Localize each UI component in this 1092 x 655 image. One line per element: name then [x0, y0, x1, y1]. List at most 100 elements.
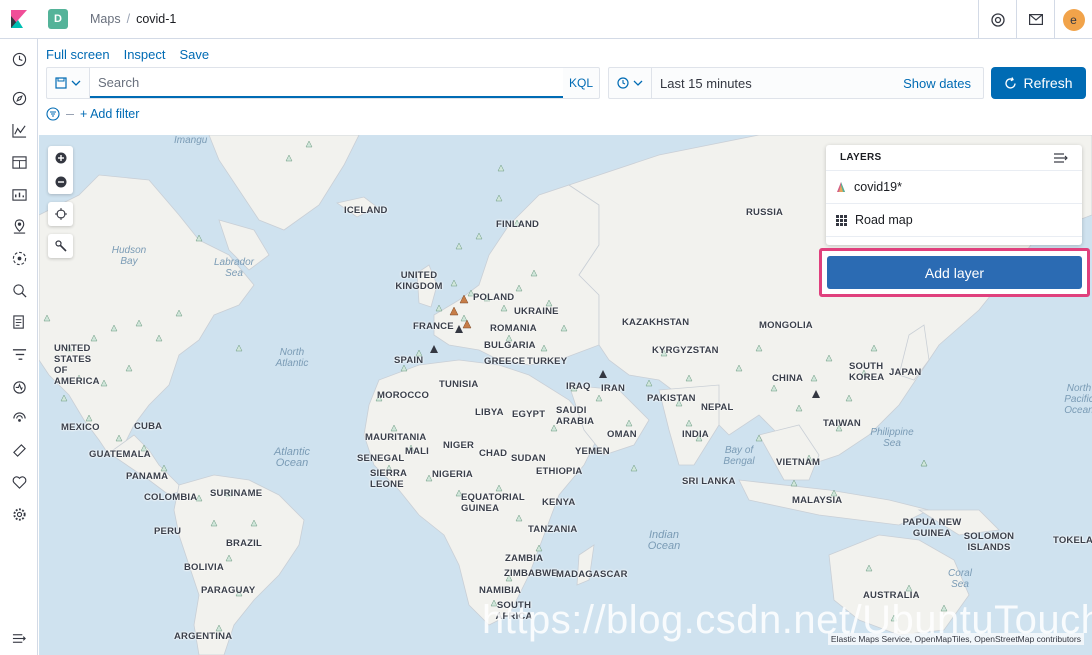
country-label: KENYA: [542, 497, 576, 508]
nav-discover[interactable]: [0, 83, 38, 113]
country-label: SOLOMON ISLANDS: [963, 531, 1015, 553]
country-label: MEXICO: [61, 422, 100, 433]
fit-to-data-button[interactable]: [48, 202, 73, 226]
country-label: PAKISTAN: [647, 393, 696, 404]
nav-ml[interactable]: [0, 243, 38, 273]
search-input[interactable]: [90, 68, 563, 98]
country-label: SURINAME: [210, 488, 263, 499]
refresh-button[interactable]: Refresh: [991, 67, 1086, 99]
nav-recent[interactable]: [0, 44, 38, 74]
country-label: PERU: [154, 526, 182, 537]
layer-name: Road map: [855, 213, 913, 227]
header-actions: e: [978, 0, 1092, 39]
country-label: JAPAN: [889, 367, 922, 378]
country-label: COLOMBIA: [144, 492, 198, 503]
ocean-label: North Atlantic: [275, 347, 309, 369]
heartbeat-icon: [12, 475, 26, 489]
country-label: TAIWAN: [823, 418, 861, 429]
country-label: UKRAINE: [514, 306, 559, 317]
country-label: SOUTH KOREA: [849, 361, 885, 383]
country-label: SIERRA LEONE: [370, 468, 407, 490]
ocean-label: North Pacific Ocean: [1064, 383, 1092, 416]
country-label: SPAIN: [394, 355, 424, 366]
nav-management[interactable]: [0, 499, 38, 529]
tools-control: [48, 234, 73, 258]
country-label: ZIMBABWE: [504, 568, 558, 579]
breadcrumb-separator: /: [126, 12, 131, 26]
space-avatar[interactable]: D: [48, 9, 68, 29]
wrench-icon: [54, 240, 67, 252]
country-label: PANAMA: [126, 471, 169, 482]
layer-item-road-map[interactable]: Road map: [826, 204, 1082, 237]
help-button[interactable]: [978, 0, 1016, 39]
add-filter-button[interactable]: + Add filter: [80, 107, 139, 121]
nav-canvas[interactable]: [0, 179, 38, 209]
nav-maps[interactable]: [0, 211, 38, 241]
logs-icon: [12, 314, 24, 329]
chevron-down-icon: [633, 80, 643, 86]
dashboard-icon: [11, 155, 27, 169]
ocean-label: Philippine Sea: [870, 427, 914, 449]
chart-icon: [11, 123, 26, 138]
nav-siem[interactable]: [0, 403, 38, 433]
country-label: MONGOLIA: [759, 320, 813, 331]
country-label: KAZAKHSTAN: [622, 317, 690, 328]
country-label: ROMANIA: [490, 323, 537, 334]
kibana-logo[interactable]: [0, 0, 38, 39]
query-language-button[interactable]: KQL: [563, 68, 599, 98]
nav-graph[interactable]: [0, 275, 38, 305]
time-range-text[interactable]: Last 15 minutes: [652, 76, 903, 91]
filter-icon[interactable]: [46, 107, 60, 121]
nav-monitoring[interactable]: [0, 467, 38, 497]
ocean-label: Hudson Bay: [111, 245, 147, 267]
gear-icon: [12, 507, 26, 521]
nav-apm[interactable]: [0, 339, 38, 369]
nav-logs[interactable]: [0, 307, 38, 337]
add-layer-button[interactable]: Add layer: [827, 256, 1082, 289]
zoom-in-button[interactable]: [48, 146, 73, 170]
plus-icon: [55, 152, 66, 164]
zoom-out-button[interactable]: [48, 170, 73, 194]
newsfeed-button[interactable]: [1016, 0, 1054, 39]
country-label: KYRGYZSTAN: [652, 345, 719, 356]
show-dates-button[interactable]: Show dates: [903, 76, 983, 91]
wrench-icon: [12, 443, 26, 457]
nav-dev-tools[interactable]: [0, 435, 38, 465]
calendar-clock-icon: [617, 77, 629, 89]
nav-collapse[interactable]: [0, 623, 38, 653]
nav-uptime[interactable]: [0, 371, 38, 401]
breadcrumb-maps[interactable]: Maps: [90, 12, 121, 26]
country-label: ICELAND: [344, 205, 388, 216]
quick-select-button[interactable]: [609, 68, 652, 98]
saved-query-button[interactable]: [47, 68, 90, 98]
country-label: NEPAL: [701, 402, 734, 413]
save-link[interactable]: Save: [180, 47, 210, 62]
country-label: PAPUA NEW GUINEA: [902, 517, 962, 539]
country-label: SRI LANKA: [682, 476, 736, 487]
country-label: SUDAN: [511, 453, 546, 464]
nav-dashboard[interactable]: [0, 147, 38, 177]
mail-icon: [1028, 14, 1043, 25]
top-nav-menu: Full screen Inspect Save: [46, 47, 209, 62]
country-label: POLAND: [473, 292, 515, 303]
breadcrumb: Maps / covid-1: [90, 12, 176, 26]
layer-item-covid19[interactable]: covid19*: [826, 171, 1082, 204]
country-label: MALAYSIA: [792, 495, 843, 506]
map-attribution[interactable]: Elastic Maps Service, OpenMapTiles, Open…: [827, 633, 1084, 645]
inspect-link[interactable]: Inspect: [124, 47, 166, 62]
country-label: TANZANIA: [528, 524, 578, 535]
country-label: CHAD: [479, 448, 508, 459]
country-label: EGYPT: [512, 409, 546, 420]
query-bar: KQL: [46, 67, 600, 99]
collapse-panel-icon[interactable]: [1054, 152, 1068, 163]
save-icon: [55, 77, 67, 89]
layer-control-panel: LAYERS covid19* Road map: [826, 145, 1082, 245]
full-screen-link[interactable]: Full screen: [46, 47, 110, 62]
user-menu-button[interactable]: e: [1054, 0, 1092, 39]
country-label: SENEGAL: [357, 453, 405, 464]
draw-tools-button[interactable]: [48, 234, 73, 258]
country-label: BOLIVIA: [184, 562, 224, 573]
country-label: CUBA: [134, 421, 163, 432]
divider: [66, 113, 74, 115]
nav-visualize[interactable]: [0, 115, 38, 145]
